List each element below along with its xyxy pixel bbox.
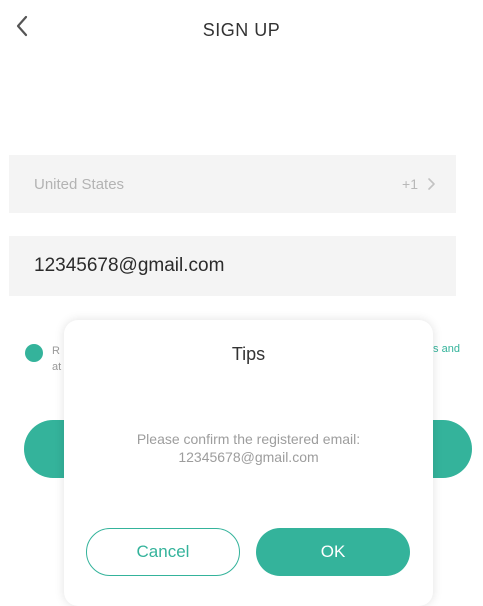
agreement-link-fragment[interactable]: ts and	[430, 343, 460, 355]
cancel-button[interactable]: Cancel	[86, 528, 240, 576]
ok-button[interactable]: OK	[256, 528, 410, 576]
dialog-message: Please confirm the registered email: 123…	[136, 431, 361, 465]
country-code-group: +1	[402, 176, 436, 192]
agreement-checkbox[interactable]	[25, 344, 43, 362]
email-field-container	[9, 236, 456, 296]
page-title: SIGN UP	[202, 20, 281, 40]
country-selector[interactable]: United States +1	[9, 155, 456, 213]
tips-dialog: Tips Please confirm the registered email…	[64, 320, 433, 606]
country-name: United States	[34, 175, 125, 193]
dialog-title: Tips	[231, 344, 266, 364]
sign-up-screen: SIGN UP United States +1 R at ts and Tip…	[0, 0, 483, 606]
chevron-right-icon	[428, 178, 435, 190]
email-field[interactable]	[34, 255, 431, 277]
country-code: +1	[402, 176, 418, 192]
